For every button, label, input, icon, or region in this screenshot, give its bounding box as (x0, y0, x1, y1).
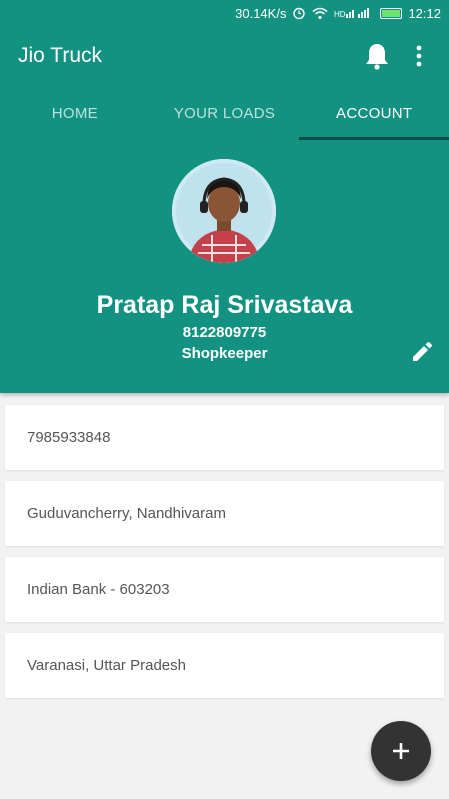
tab-bar: HOME YOUR LOADS ACCOUNT (0, 86, 449, 140)
app-title: Jio Truck (18, 44, 103, 67)
battery-icon (380, 7, 403, 19)
avatar (172, 159, 276, 263)
detail-card-alternate-phone[interactable]: 7985933848 (5, 405, 444, 470)
svg-text:HD: HD (334, 10, 346, 19)
detail-card-bank[interactable]: Indian Bank - 603203 (5, 557, 444, 622)
status-bar: 30.14K/s HD 12:12 (0, 0, 449, 26)
tab-account[interactable]: ACCOUNT (299, 86, 449, 140)
wifi-icon (312, 7, 328, 20)
bell-icon (366, 44, 388, 70)
tab-home[interactable]: HOME (0, 86, 150, 140)
detail-card-address[interactable]: Guduvancherry, Nandhivaram (5, 481, 444, 546)
edit-profile-button[interactable] (409, 339, 435, 365)
pencil-icon (413, 342, 432, 361)
overflow-menu-button[interactable] (401, 38, 437, 74)
account-details: 7985933848 Guduvancherry, Nandhivaram In… (0, 393, 449, 698)
clock: 12:12 (408, 5, 441, 21)
detail-card-city[interactable]: Varanasi, Uttar Pradesh (5, 633, 444, 698)
app-bar: Jio Truck (0, 26, 449, 86)
profile-header: Pratap Raj Srivastava 8122809775 Shopkee… (0, 140, 449, 393)
network-speed: 30.14K/s (235, 5, 287, 21)
alarm-icon (292, 6, 306, 20)
profile-phone: 8122809775 (182, 324, 267, 341)
more-vert-icon (416, 45, 422, 67)
plus-icon (393, 743, 409, 759)
notifications-button[interactable] (359, 38, 395, 74)
profile-role: Shopkeeper (181, 345, 268, 362)
signal-icon: HD (334, 7, 374, 19)
add-fab-button[interactable] (371, 721, 431, 781)
profile-name: Pratap Raj Srivastava (96, 291, 353, 319)
tab-your-loads[interactable]: YOUR LOADS (150, 86, 300, 140)
